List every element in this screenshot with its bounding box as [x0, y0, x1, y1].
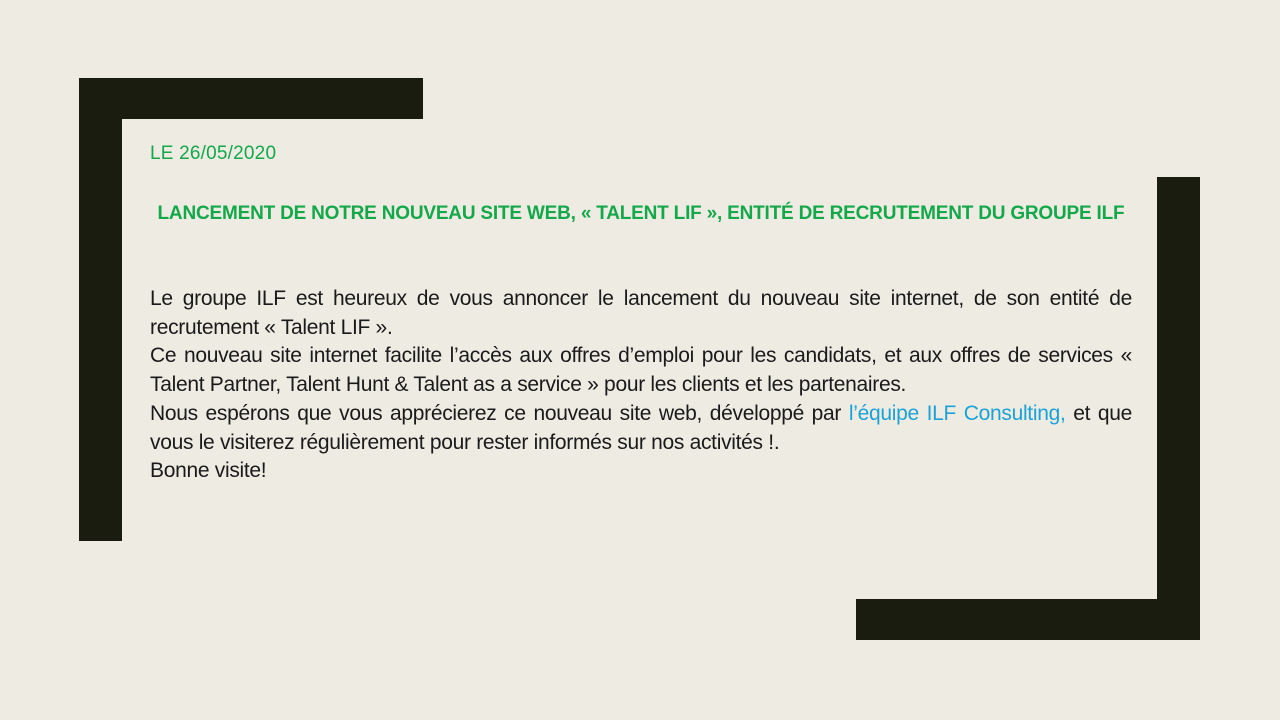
paragraph-closing: Nous espérons que vous apprécierez ce no…	[150, 400, 1132, 457]
announcement-date: LE 26/05/2020	[150, 143, 277, 164]
frame-top-left-vertical-bar	[79, 78, 122, 541]
paragraph-services: Ce nouveau site internet facilite l’accè…	[150, 344, 1132, 397]
announcement-body: Le groupe ILF est heureux de vous annonc…	[150, 285, 1132, 486]
frame-bottom-right-horizontal-bar	[856, 599, 1200, 640]
announcement-headline: LANCEMENT DE NOTRE NOUVEAU SITE WEB, « T…	[157, 203, 1125, 224]
paragraph-closing-start: Nous espérons que vous apprécierez ce no…	[150, 401, 849, 425]
ilf-consulting-link[interactable]: l’équipe ILF Consulting,	[849, 402, 1066, 425]
paragraph-intro: Le groupe ILF est heureux de vous annonc…	[150, 287, 1132, 339]
frame-top-left-horizontal-bar	[79, 78, 423, 119]
frame-bottom-right-vertical-bar	[1157, 177, 1200, 640]
paragraph-signoff: Bonne visite!	[150, 459, 267, 483]
